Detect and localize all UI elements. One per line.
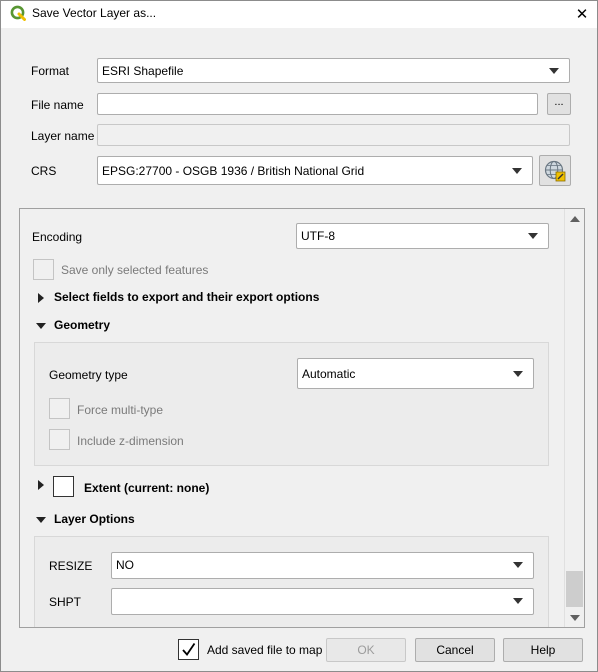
- title-bar: Save Vector Layer as... ✕: [1, 1, 597, 28]
- shpt-select[interactable]: [111, 588, 534, 615]
- browse-button[interactable]: ...: [547, 93, 571, 115]
- geometry-type-select[interactable]: Automatic: [297, 358, 534, 389]
- add-to-map-checkbox[interactable]: [178, 639, 199, 660]
- encoding-label: Encoding: [32, 230, 83, 244]
- arrow-up-icon: [569, 215, 580, 222]
- layername-field: [97, 124, 570, 146]
- window-title: Save Vector Layer as...: [32, 6, 157, 20]
- options-scroll-area: Encoding UTF-8 Save only selected featur…: [19, 208, 585, 628]
- add-to-map-label[interactable]: Add saved file to map: [207, 643, 322, 657]
- chevron-down-icon: [549, 68, 559, 74]
- format-value: ESRI Shapefile: [102, 64, 184, 78]
- filename-input[interactable]: [98, 94, 537, 114]
- expand-right-icon[interactable]: [38, 480, 44, 490]
- extent-section[interactable]: Extent (current: none): [84, 481, 209, 495]
- geometry-type-label: Geometry type: [49, 368, 128, 382]
- resize-value: NO: [116, 558, 134, 572]
- arrow-down-icon: [569, 614, 580, 621]
- shpt-label: SHPT: [49, 595, 82, 609]
- ok-button[interactable]: OK: [326, 638, 406, 662]
- layer-options-section[interactable]: Layer Options: [54, 512, 135, 526]
- chevron-down-icon: [513, 562, 523, 568]
- encoding-select[interactable]: UTF-8: [296, 223, 549, 249]
- close-icon: ✕: [575, 5, 589, 23]
- help-button[interactable]: Help: [503, 638, 583, 662]
- resize-label: RESIZE: [49, 559, 93, 573]
- vertical-scrollbar[interactable]: [564, 209, 584, 627]
- browse-label: ...: [554, 96, 564, 108]
- save-selected-checkbox: [33, 259, 54, 280]
- scroll-up-button[interactable]: [565, 209, 584, 228]
- cancel-label: Cancel: [436, 643, 474, 657]
- geometry-group: Geometry type Automatic Force multi-type…: [34, 342, 549, 466]
- extent-checkbox[interactable]: [53, 476, 74, 497]
- close-button[interactable]: ✕: [567, 1, 597, 27]
- force-multi-checkbox: [49, 398, 70, 419]
- expand-right-icon[interactable]: [38, 293, 44, 303]
- chevron-down-icon: [528, 233, 538, 239]
- filename-field[interactable]: [97, 93, 538, 115]
- crs-selector-button[interactable]: [539, 155, 571, 186]
- format-select[interactable]: ESRI Shapefile: [97, 58, 570, 83]
- chevron-down-icon: [513, 598, 523, 604]
- save-selected-label: Save only selected features: [61, 263, 209, 277]
- help-label: Help: [530, 643, 556, 657]
- layername-input: [98, 125, 569, 145]
- crs-value: EPSG:27700 - OSGB 1936 / British Nationa…: [102, 164, 365, 178]
- include-z-label: Include z-dimension: [77, 434, 184, 448]
- scrollbar-thumb[interactable]: [566, 571, 583, 607]
- select-fields-section[interactable]: Select fields to export and their export…: [54, 290, 319, 304]
- geometry-section[interactable]: Geometry: [54, 318, 110, 332]
- qgis-logo-icon: [10, 5, 26, 21]
- include-z-checkbox: [49, 429, 70, 450]
- geometry-type-value: Automatic: [302, 367, 356, 381]
- layer-options-group: RESIZE NO SHPT: [34, 536, 549, 627]
- force-multi-label: Force multi-type: [77, 403, 164, 417]
- layername-label: Layer name: [31, 129, 95, 143]
- chevron-down-icon: [512, 168, 522, 174]
- ok-label: OK: [357, 643, 375, 657]
- resize-select[interactable]: NO: [111, 552, 534, 579]
- format-label: Format: [31, 64, 70, 78]
- encoding-value: UTF-8: [301, 229, 335, 243]
- globe-crs-icon: [544, 160, 566, 181]
- collapse-down-icon[interactable]: [36, 517, 46, 523]
- chevron-down-icon: [513, 371, 523, 377]
- filename-label: File name: [31, 98, 84, 112]
- crs-label: CRS: [31, 164, 57, 178]
- scroll-down-button[interactable]: [565, 608, 584, 627]
- collapse-down-icon[interactable]: [36, 323, 46, 329]
- cancel-button[interactable]: Cancel: [415, 638, 495, 662]
- crs-select[interactable]: EPSG:27700 - OSGB 1936 / British Nationa…: [97, 156, 533, 185]
- save-vector-layer-dialog: Save Vector Layer as... ✕ Format ESRI Sh…: [0, 0, 598, 672]
- checkmark-icon: [182, 642, 196, 656]
